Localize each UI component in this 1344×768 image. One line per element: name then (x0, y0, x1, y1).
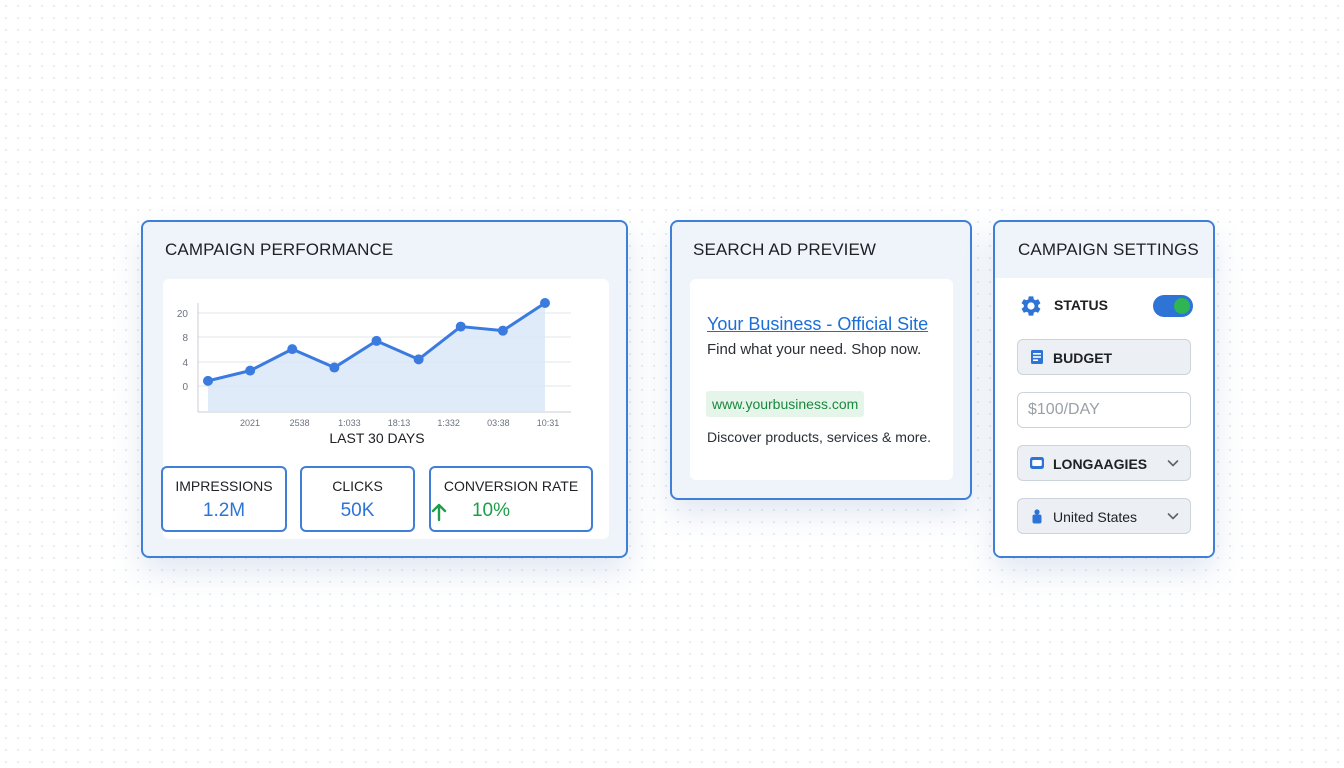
data-point (203, 375, 213, 386)
ad-description-line: Find what your need. Shop now. (707, 341, 922, 358)
performance-panel: 0 4 8 20 2021 2538 1:033 18:13 1:332 03:38 10:31 LA… (161, 279, 609, 539)
ad-headline-link[interactable]: Your Business - Official Site (707, 314, 928, 335)
chevron-down-icon (1167, 513, 1179, 520)
x-tick-label: 2538 (290, 418, 310, 428)
campaign-settings-card: CAMPAIGN SETTINGS STATUS BUDGET LONGAAGI… (993, 220, 1215, 558)
conversion-rate-value: 10% (471, 500, 511, 521)
data-point (540, 298, 550, 308)
status-row: STATUS (1019, 294, 1193, 318)
status-label: STATUS (1054, 297, 1108, 313)
data-point (371, 335, 382, 346)
clicks-value: 50K (340, 500, 375, 521)
daily-budget-input-wrapper[interactable] (1017, 392, 1191, 428)
search-ad-preview-title: SEARCH AD PREVIEW (693, 240, 877, 259)
languages-label: LONGAAGIES (1053, 456, 1148, 472)
campaign-performance-card: CAMPAIGN PERFORMANCE 0 4 8 20 2021 2538 1:033 1… (141, 220, 628, 558)
y-tick-label: 20 (177, 309, 189, 320)
status-toggle[interactable] (1153, 295, 1193, 317)
ad-description-secondary: Discover products, services & more. (707, 429, 932, 445)
daily-budget-input[interactable] (1028, 399, 1178, 421)
x-tick-label: 2021 (240, 418, 260, 428)
budget-label: BUDGET (1053, 350, 1113, 366)
data-point (455, 321, 466, 332)
x-tick-label: 03:38 (487, 418, 510, 428)
campaign-settings-title: CAMPAIGN SETTINGS (1018, 240, 1199, 259)
ad-preview-panel: Your Business - Official Site Find what … (690, 279, 953, 480)
languages-icon (1030, 457, 1044, 469)
x-axis-label: LAST 30 DAYS (329, 430, 424, 446)
arrow-up-icon (431, 503, 447, 522)
status-toggle-knob (1174, 298, 1190, 314)
data-point (413, 354, 424, 365)
clicks-metric[interactable]: CLICKS 50K (300, 466, 415, 532)
impressions-value: 1.2M (202, 500, 246, 521)
location-icon (1032, 509, 1042, 524)
country-value: United States (1053, 509, 1138, 525)
impressions-metric[interactable]: IMPRESSIONS 1.2M (161, 466, 287, 532)
x-tick-label: 1:033 (338, 418, 361, 428)
conversion-rate-metric[interactable]: CONVERSION RATE 10% (429, 466, 593, 532)
data-point (245, 365, 256, 376)
data-point (497, 325, 508, 336)
series-area (208, 303, 545, 412)
x-tick-label: 1:332 (437, 418, 460, 428)
y-tick-label: 4 (182, 358, 188, 369)
y-tick-label: 0 (182, 382, 188, 393)
search-ad-preview-card: SEARCH AD PREVIEW Your Business - Offici… (670, 220, 972, 500)
x-tick-label: 18:13 (388, 418, 411, 428)
ad-display-url[interactable]: www.yourbusiness.com (706, 391, 865, 417)
impressions-label: IMPRESSIONS (175, 478, 273, 494)
chevron-down-icon (1167, 460, 1179, 467)
budget-icon (1031, 350, 1043, 364)
country-select[interactable]: United States (1017, 498, 1191, 534)
data-point (329, 362, 340, 373)
conversion-rate-label: CONVERSION RATE (443, 478, 579, 494)
performance-chart: 0 4 8 20 2021 2538 1:033 18:13 1:332 03:38 10:31 LA… (177, 298, 571, 446)
languages-select[interactable]: LONGAAGIES (1017, 445, 1191, 481)
clicks-label: CLICKS (332, 478, 383, 494)
budget-field[interactable]: BUDGET (1017, 339, 1191, 375)
x-tick-label: 10:31 (537, 418, 560, 428)
y-tick-label: 8 (182, 333, 188, 344)
data-point (287, 344, 298, 355)
campaign-performance-title: CAMPAIGN PERFORMANCE (165, 240, 394, 259)
gear-icon (1021, 296, 1041, 316)
